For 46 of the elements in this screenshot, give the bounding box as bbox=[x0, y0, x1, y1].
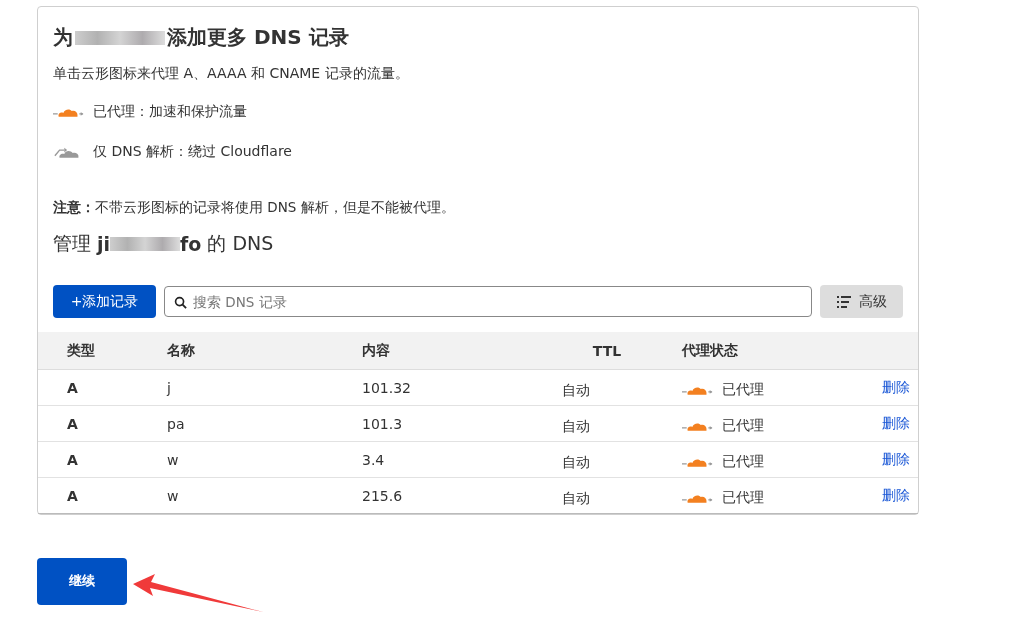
status-text: 已代理 bbox=[722, 380, 764, 399]
table-cell-text: A bbox=[67, 379, 79, 396]
table-cell-text: 自动 bbox=[562, 452, 591, 472]
continue-button[interactable]: 继续 bbox=[37, 557, 127, 605]
domain-text: fo bbox=[180, 233, 202, 255]
column-header: 代理状态 bbox=[680, 341, 739, 360]
table-cell-text: 3.4 bbox=[362, 451, 386, 468]
delete-link[interactable]: 删除 bbox=[882, 378, 910, 397]
status-text: 已代理 bbox=[722, 416, 764, 435]
table-cell-text: 自动 bbox=[562, 488, 591, 508]
search-field[interactable]: 搜索 DNS 记录 bbox=[164, 286, 812, 317]
delete-link[interactable]: 删除 bbox=[882, 450, 910, 469]
table-cell-text: 自动 bbox=[562, 380, 591, 400]
table-cell-text: 自动 bbox=[562, 416, 591, 436]
table-cell-text: w bbox=[167, 451, 180, 468]
column-header: 名称 bbox=[167, 341, 196, 360]
note-text: 注意：不带云形图标的记录将使用 DNS 解析，但是不能被代理。 bbox=[53, 199, 456, 217]
column-header: 内容 bbox=[362, 341, 391, 360]
list-icon bbox=[836, 295, 851, 308]
table-cell-text: 101.3 bbox=[362, 415, 404, 432]
title-text: 添加更多 DNS 记录 bbox=[167, 24, 349, 51]
table-cell-text: A bbox=[67, 415, 79, 432]
table-cell-text: A bbox=[67, 451, 79, 468]
redaction-mark bbox=[110, 237, 181, 251]
table-cell-text: pa bbox=[167, 415, 186, 432]
add-record-button[interactable]: +添加记录 bbox=[53, 285, 156, 318]
delete-link[interactable]: 删除 bbox=[882, 414, 910, 433]
intro-text: 单击云形图标来代理 A、AAAA 和 CNAME 记录的流量。 bbox=[53, 65, 410, 83]
table-cell-text: j bbox=[167, 379, 172, 396]
table-cell-text: 215.6 bbox=[362, 487, 404, 504]
status-text: 已代理 bbox=[722, 452, 764, 471]
table-cell-text: A bbox=[67, 487, 79, 504]
legend-text: 仅 DNS 解析：绕过 Cloudflare bbox=[93, 143, 292, 161]
title-text: 为 bbox=[53, 24, 73, 51]
heading-text: 的 DNS bbox=[207, 231, 274, 256]
column-header: TTL bbox=[591, 342, 623, 359]
advanced-button[interactable]: 高级 bbox=[820, 285, 903, 318]
column-header: 类型 bbox=[67, 341, 96, 360]
heading-text: 管理 bbox=[53, 231, 91, 256]
table-cell-text: w bbox=[167, 487, 180, 504]
legend-text: 已代理：加速和保护流量 bbox=[93, 103, 247, 121]
delete-link[interactable]: 删除 bbox=[882, 486, 910, 505]
search-icon bbox=[174, 296, 187, 309]
domain-text: ji bbox=[97, 233, 111, 255]
status-text: 已代理 bbox=[722, 488, 764, 507]
table-cell-text: 101.32 bbox=[362, 379, 412, 396]
